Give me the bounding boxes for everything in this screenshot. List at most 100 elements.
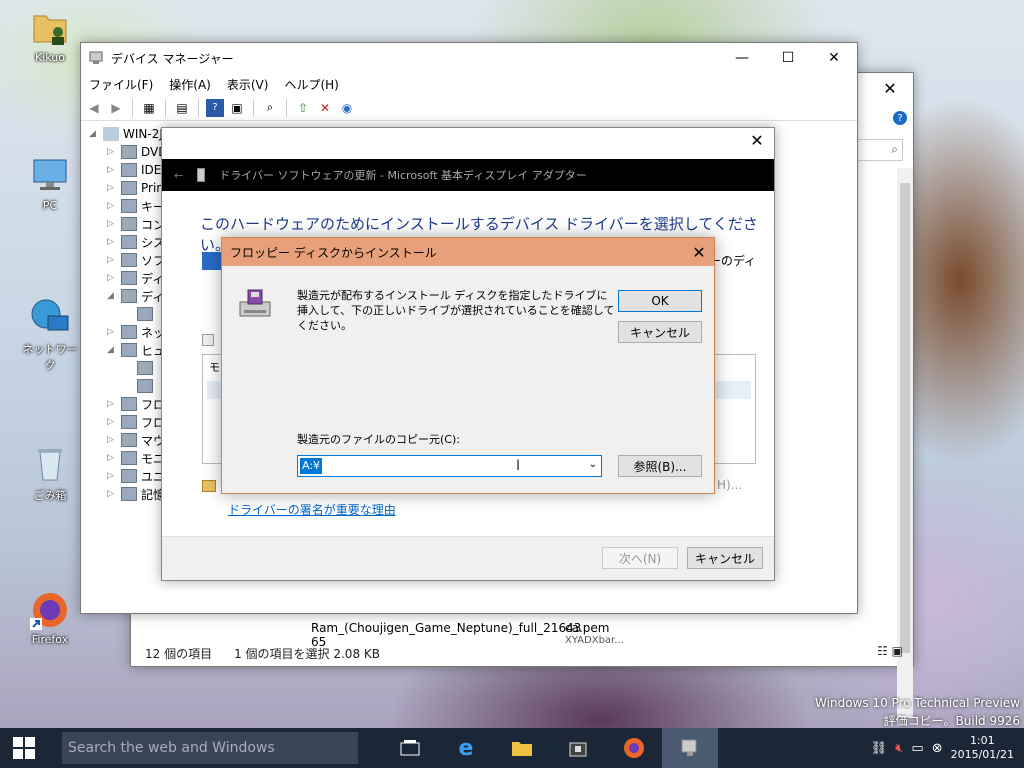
tree-item[interactable]: ▷ マウ: [107, 431, 167, 449]
desktop-icon-recycle-bin[interactable]: ごみ箱: [18, 444, 82, 503]
expand-arrow-icon[interactable]: ▷: [107, 201, 121, 211]
back-arrow-icon[interactable]: ◀: [85, 99, 103, 117]
collapse-arrow-icon[interactable]: ◢: [89, 129, 103, 139]
store-button[interactable]: [550, 728, 606, 768]
expand-arrow-icon[interactable]: ▷: [107, 399, 121, 409]
floppy-disk-icon: [239, 289, 271, 317]
desktop-icon-firefox[interactable]: Firefox: [18, 590, 82, 646]
compatible-hardware-checkbox[interactable]: [202, 334, 214, 346]
help-icon[interactable]: ?: [206, 98, 224, 117]
expand-arrow-icon[interactable]: ▷: [107, 273, 121, 283]
ok-button[interactable]: OK: [618, 290, 702, 312]
pc-icon: [33, 159, 67, 190]
driver-signing-link[interactable]: ドライバーの署名が重要な理由: [228, 501, 396, 518]
file-name[interactable]: ca.pem: [565, 621, 609, 635]
file-explorer-button[interactable]: [494, 728, 550, 768]
install-from-disk-dialog[interactable]: フロッピー ディスクからインストール ✕ 製造元が配布するインストール ディスク…: [221, 237, 715, 494]
expand-arrow-icon[interactable]: ▷: [107, 183, 121, 193]
expand-arrow-icon[interactable]: ▷: [107, 219, 121, 229]
copy-from-combobox[interactable]: A:¥ I ⌄: [297, 455, 602, 477]
show-list-icon[interactable]: ▤: [173, 99, 191, 117]
tree-item[interactable]: ▷ 記憶: [107, 485, 167, 503]
tree-item[interactable]: ▷ DVD: [107, 143, 167, 161]
wizard-close-button[interactable]: ✕: [740, 128, 774, 152]
tree-item[interactable]: ◢ ディ: [107, 287, 167, 305]
network-status-icon[interactable]: ⛓: [871, 741, 888, 756]
expand-arrow-icon[interactable]: ▷: [107, 165, 121, 175]
tree-item[interactable]: ▷ ディ: [107, 269, 167, 287]
chevron-down-icon[interactable]: ⌄: [589, 459, 597, 470]
expand-arrow-icon[interactable]: ▷: [107, 237, 121, 247]
tree-item[interactable]: ▷ シス: [107, 233, 167, 251]
floppy-close-button[interactable]: ✕: [684, 238, 714, 266]
close-circle-icon[interactable]: ⊗: [932, 741, 943, 756]
tree-root-label: WIN-2J: [123, 127, 163, 141]
update-driver-icon[interactable]: ⇧: [294, 99, 312, 117]
tree-root[interactable]: ◢ WIN-2J: [89, 125, 167, 143]
firefox-taskbar-button[interactable]: [606, 728, 662, 768]
tree-item[interactable]: ▷ IDE: [107, 161, 167, 179]
properties-grid-icon[interactable]: ▦: [140, 99, 158, 117]
firefox-icon: [30, 593, 67, 630]
wizard-cancel-button[interactable]: キャンセル: [687, 547, 763, 569]
menu-file[interactable]: ファイル(F): [89, 76, 153, 93]
expand-arrow-icon[interactable]: ▷: [107, 489, 121, 499]
tree-item[interactable]: ▷ キー: [107, 197, 167, 215]
tree-item[interactable]: ▷ モニ: [107, 449, 167, 467]
tree-item[interactable]: ▷ ソフ: [107, 251, 167, 269]
device-tree[interactable]: ◢ WIN-2J ▷ DVD ▷ IDE ▷ Prin ▷ キー ▷ コン ▷ シス ▷ ソフ ▷ ディ ◢ ディ…: [89, 125, 167, 503]
menu-action[interactable]: 操作(A): [169, 76, 211, 93]
expand-arrow-icon[interactable]: ▷: [107, 147, 121, 157]
minimize-button[interactable]: —: [719, 43, 765, 73]
collapse-arrow-icon[interactable]: ◢: [107, 345, 121, 355]
tree-item[interactable]: ▷ Prin: [107, 179, 167, 197]
collapse-arrow-icon[interactable]: ◢: [107, 291, 121, 301]
view-toggle-icons[interactable]: ☷ ▣: [877, 644, 903, 658]
tree-item[interactable]: ▷ フロ: [107, 395, 167, 413]
devmgr-titlebar[interactable]: デバイス マネージャー — ☐ ✕: [81, 43, 857, 73]
system-clock[interactable]: 1:01 2015/01/21: [951, 734, 1014, 762]
enable-device-icon[interactable]: ◉: [338, 99, 356, 117]
menu-help[interactable]: ヘルプ(H): [284, 76, 338, 93]
expand-arrow-icon[interactable]: ▷: [107, 435, 121, 445]
file-name[interactable]: Ram_(Choujigen_Game_Neptune)_full_21643: [311, 621, 581, 635]
explorer-close-button[interactable]: ✕: [867, 73, 913, 103]
scan-hardware-icon[interactable]: ⌕: [261, 99, 279, 117]
expand-arrow-icon[interactable]: ▷: [107, 255, 121, 265]
volume-muted-icon[interactable]: 🔇︎: [895, 741, 903, 756]
explorer-scroll-thumb[interactable]: [900, 183, 910, 653]
next-button[interactable]: 次へ(N): [602, 547, 678, 569]
device-category-icon: [121, 451, 137, 465]
taskbar-search-input[interactable]: Search the web and Windows: [62, 732, 358, 764]
folder-icon: [512, 742, 532, 756]
browse-button[interactable]: 参照(B)...: [618, 455, 702, 477]
desktop-icon-kikuo[interactable]: Kikuo: [18, 8, 82, 64]
properties-icon[interactable]: ▣: [228, 99, 246, 117]
action-center-icon[interactable]: ▭: [911, 741, 923, 756]
task-view-button[interactable]: [382, 728, 438, 768]
device-manager-taskbar-button[interactable]: [662, 728, 718, 768]
floppy-dialog-titlebar[interactable]: フロッピー ディスクからインストール ✕: [222, 238, 714, 266]
tree-item[interactable]: ◢ ヒュ: [107, 341, 167, 359]
expand-arrow-icon[interactable]: ▷: [107, 417, 121, 427]
desktop-icon-pc[interactable]: PC: [18, 156, 82, 212]
tree-item[interactable]: ▷ ユニ: [107, 467, 167, 485]
close-button[interactable]: ✕: [811, 43, 857, 73]
explorer-status-bar: 12 個の項目 1 個の項目を選択 2.08 KB ☷ ▣: [131, 640, 913, 666]
tree-item[interactable]: ▷ フロ: [107, 413, 167, 431]
forward-arrow-icon[interactable]: ▶: [107, 99, 125, 117]
menu-view[interactable]: 表示(V): [227, 76, 269, 93]
desktop-icon-network[interactable]: ネットワーク: [18, 298, 82, 373]
floppy-cancel-button[interactable]: キャンセル: [618, 321, 702, 343]
internet-explorer-button[interactable]: e: [438, 728, 494, 768]
start-button[interactable]: [0, 728, 48, 768]
maximize-button[interactable]: ☐: [765, 43, 811, 73]
tree-item[interactable]: ▷ コン: [107, 215, 167, 233]
expand-arrow-icon[interactable]: ▷: [107, 453, 121, 463]
back-arrow-icon[interactable]: ←: [174, 169, 183, 182]
help-icon[interactable]: ?: [893, 111, 907, 125]
uninstall-device-icon[interactable]: ✕: [316, 99, 334, 117]
tree-item[interactable]: ▷ ネッ: [107, 323, 167, 341]
expand-arrow-icon[interactable]: ▷: [107, 327, 121, 337]
expand-arrow-icon[interactable]: ▷: [107, 471, 121, 481]
